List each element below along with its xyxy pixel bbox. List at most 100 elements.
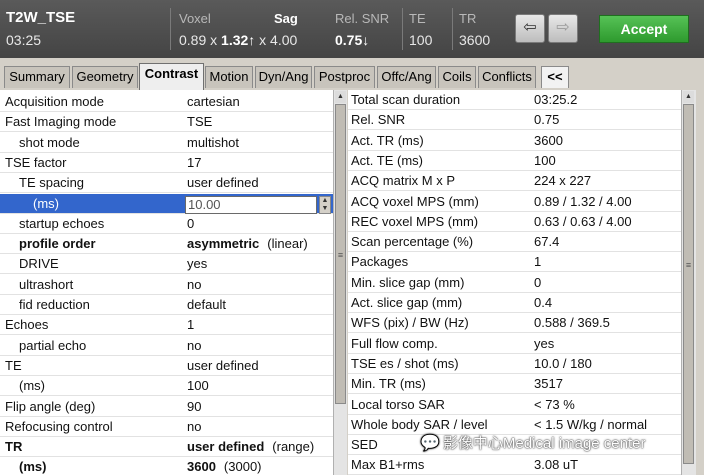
collapse-tabs-button[interactable]: << <box>541 66 569 88</box>
parameter-value[interactable]: 17 <box>187 153 201 173</box>
parameter-value[interactable]: 90 <box>187 397 201 417</box>
info-value: 224 x 227 <box>534 173 592 189</box>
scroll-up-icon[interactable]: ▲ <box>683 91 694 103</box>
parameter-row[interactable]: TSE factor 17 <box>0 153 333 173</box>
info-row: Packages 1 <box>348 252 681 273</box>
scan-name: T2W_TSE <box>6 9 76 26</box>
parameter-value[interactable]: multishot <box>187 133 239 153</box>
parameter-value[interactable]: user defined <box>187 356 259 376</box>
parameter-row[interactable]: TR user defined (range) <box>0 437 333 458</box>
parameter-row[interactable]: DRIVE yes <box>0 254 333 275</box>
parameter-value[interactable]: 3600 (3000) <box>187 457 262 475</box>
parameter-row[interactable]: Fast Imaging mode TSE <box>0 112 333 133</box>
parameter-row[interactable]: ultrashort no <box>0 275 333 295</box>
parameter-value[interactable]: default <box>187 295 226 315</box>
info-label: ACQ voxel MPS (mm) <box>351 193 479 209</box>
info-row: TSE es / shot (ms) 10.0 / 180 <box>348 354 681 374</box>
te-value: 100 <box>409 32 433 48</box>
rel-snr-value: 0.75↓ <box>335 32 370 48</box>
te-label: TE <box>409 11 426 26</box>
spin-up-icon[interactable]: ▲ <box>322 197 329 204</box>
tab-summary[interactable]: Summary <box>4 66 70 88</box>
parameter-row[interactable]: (ms) 100 <box>0 376 333 397</box>
te-spacing-input[interactable]: 10.00 <box>185 195 317 214</box>
info-row: Max B1+rms 3.08 uT <box>348 455 681 475</box>
tab-coils[interactable]: Coils <box>438 66 476 88</box>
info-label: TSE es / shot (ms) <box>351 355 459 371</box>
info-value: 0.4 <box>534 295 553 310</box>
parameter-extra: (range) <box>272 439 315 455</box>
wechat-icon: 💬 <box>420 435 440 452</box>
info-row: Rel. SNR 0.75 <box>348 110 681 131</box>
info-label: ACQ matrix M x P <box>351 173 456 189</box>
parameter-label: (ms) <box>19 378 45 394</box>
tab-conflicts[interactable]: Conflicts <box>478 66 536 88</box>
spin-down-icon[interactable]: ▼ <box>322 205 329 212</box>
tab-dyn-ang[interactable]: Dyn/Ang <box>255 66 312 88</box>
info-row: Total scan duration 03:25.2 <box>348 90 681 110</box>
info-value: 3517 <box>534 376 563 392</box>
parameter-value[interactable]: no <box>187 275 201 295</box>
info-list-scrollbar[interactable]: ▲ ≡ <box>681 90 696 475</box>
parameter-value[interactable]: user defined <box>187 173 259 193</box>
tab-geometry[interactable]: Geometry <box>72 66 138 88</box>
redo-button[interactable]: ⇨ <box>548 14 578 43</box>
parameter-row[interactable]: partial echo no <box>0 336 333 356</box>
parameter-value[interactable]: TSE <box>187 112 212 132</box>
info-value: 10.0 / 180 <box>534 355 592 371</box>
tab-contrast[interactable]: Contrast <box>139 63 204 90</box>
parameter-row[interactable]: shot mode multishot <box>0 133 333 153</box>
info-row: WFS (pix) / BW (Hz) 0.588 / 369.5 <box>348 313 681 334</box>
info-label: REC voxel MPS (mm) <box>351 213 479 229</box>
parameter-value[interactable]: 100 <box>187 376 209 396</box>
info-label: Total scan duration <box>351 92 461 107</box>
tab-motion[interactable]: Motion <box>205 66 253 88</box>
parameter-value[interactable]: yes <box>187 254 207 274</box>
parameter-row[interactable]: startup echoes 0 <box>0 214 333 234</box>
scroll-up-icon[interactable]: ▲ <box>335 91 346 103</box>
parameter-value[interactable]: cartesian <box>187 92 240 112</box>
parameter-row[interactable]: fid reduction default <box>0 295 333 315</box>
voxel-up-arrow-icon: ↑ <box>248 32 256 48</box>
parameter-row[interactable]: Acquisition mode cartesian <box>0 92 333 112</box>
orientation-label: Sag <box>274 11 298 26</box>
parameter-list: Acquisition mode cartesian Fast Imaging mo… <box>0 90 333 475</box>
scroll-thumb[interactable] <box>683 104 694 464</box>
scroll-grip-icon: ≡ <box>685 260 692 270</box>
snr-down-arrow-icon: ↓ <box>362 32 370 48</box>
header-divider <box>170 8 171 50</box>
info-value: 100 <box>534 152 556 168</box>
parameter-row[interactable]: (ms) 10.00 ▲ ▼ <box>0 193 333 214</box>
tab-offc-ang[interactable]: Offc/Ang <box>377 66 436 88</box>
value-spinner[interactable]: ▲ ▼ <box>319 195 331 214</box>
parameter-value[interactable]: 1 <box>187 315 194 335</box>
parameter-row[interactable]: Refocusing control no <box>0 417 333 437</box>
info-value: 3.08 uT <box>534 457 579 473</box>
info-value: 0.75 <box>534 112 560 128</box>
parameter-row[interactable]: Flip angle (deg) 90 <box>0 397 333 417</box>
parameter-list-scrollbar[interactable]: ▲ ≡ <box>333 90 347 475</box>
parameter-row[interactable]: (ms) 3600 (3000) <box>0 457 333 475</box>
info-value: 1 <box>534 254 542 270</box>
info-row: Local torso SAR < 73 % <box>348 395 681 415</box>
parameter-row[interactable]: Echoes 1 <box>0 315 333 336</box>
info-label: Packages <box>351 254 409 270</box>
parameter-row[interactable]: TE user defined <box>0 356 333 376</box>
parameter-value[interactable]: user defined (range) <box>187 437 314 457</box>
parameter-label: (ms) <box>19 459 47 475</box>
info-label: Full flow comp. <box>351 335 438 351</box>
parameter-value[interactable]: asymmetric (linear) <box>187 234 308 254</box>
parameter-value[interactable]: no <box>187 336 201 356</box>
parameter-value[interactable]: no <box>187 417 201 437</box>
parameter-label: DRIVE <box>19 256 59 272</box>
accept-button[interactable]: Accept <box>599 15 689 43</box>
parameter-label: Echoes <box>5 317 49 333</box>
parameter-row[interactable]: profile order asymmetric (linear) <box>0 234 333 255</box>
parameter-label: startup echoes <box>19 215 105 231</box>
tab-postproc[interactable]: Postproc <box>314 66 375 88</box>
parameter-value[interactable]: 0 <box>187 214 194 234</box>
header-divider <box>402 8 403 50</box>
info-row: ACQ voxel MPS (mm) 0.89 / 1.32 / 4.00 <box>348 192 681 212</box>
parameter-row[interactable]: TE spacing user defined <box>0 173 333 194</box>
undo-button[interactable]: ⇦ <box>515 14 545 43</box>
